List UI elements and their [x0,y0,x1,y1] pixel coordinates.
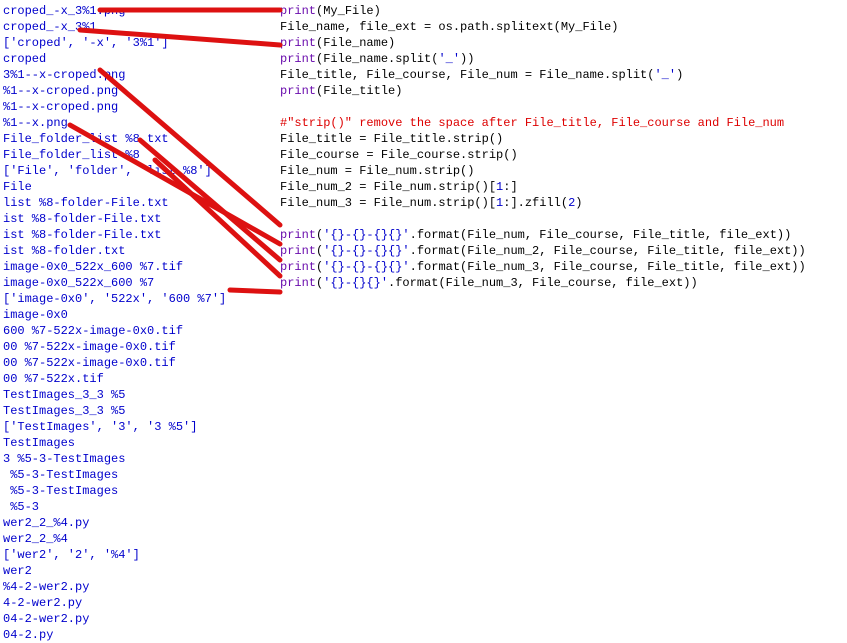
output-line: croped_-x_3%1.png [3,3,263,19]
code-text: .format(File_num_3, File_course, File_ti… [410,260,806,274]
print-call: print [280,4,316,18]
code-line: File_course = File_course.strip() [280,147,840,163]
output-line: TestImages [3,435,263,451]
output-line: ['image-0x0', '522x', '600 %7'] [3,291,263,307]
print-call: print [280,244,316,258]
code-text: (File_name.split( [316,52,438,66]
output-line: %5-3 [3,499,263,515]
output-line: ist %8-folder-File.txt [3,211,263,227]
output-line: TestImages_3_3 %5 [3,403,263,419]
print-call: print [280,52,316,66]
output-line: 00 %7-522x.tif [3,371,263,387]
output-line: ist %8-folder.txt [3,243,263,259]
output-panel: croped_-x_3%1.png croped_-x_3%1 ['croped… [3,3,263,643]
string-literal: '_' [438,52,460,66]
output-line: ['TestImages', '3', '3 %5'] [3,419,263,435]
output-line: wer2_2_%4.py [3,515,263,531]
print-call: print [280,260,316,274]
code-text: .format(File_num_2, File_course, File_ti… [410,244,806,258]
output-line: File_folder_list %8 [3,147,263,163]
code-panel: print(My_File) File_name, file_ext = os.… [280,3,840,291]
code-line: print('{}-{}-{}{}'.format(File_num, File… [280,227,840,243]
output-line: 3%1--x-croped.png [3,67,263,83]
code-line: File_num_2 = File_num.strip()[1:] [280,179,840,195]
code-text: (My_File) [316,4,381,18]
code-line: File_num_3 = File_num.strip()[1:].zfill(… [280,195,840,211]
output-line: image-0x0_522x_600 %7 [3,275,263,291]
output-line: ['wer2', '2', '%4'] [3,547,263,563]
code-text: File_num = File_num.strip() [280,164,474,178]
string-literal: '{}-{}-{}{}' [323,244,409,258]
code-line: File_title = File_title.strip() [280,131,840,147]
code-line: print(File_title) [280,83,840,99]
output-line: 00 %7-522x-image-0x0.tif [3,355,263,371]
code-line: File_num = File_num.strip() [280,163,840,179]
blank-line [280,211,840,227]
code-text: File_num_3 = File_num.strip()[ [280,196,496,210]
output-line: TestImages_3_3 %5 [3,387,263,403]
code-text: ) [676,68,683,82]
code-line: print(My_File) [280,3,840,19]
comment-text: #"strip()" remove the space after File_t… [280,116,784,130]
output-line: list %8-folder-File.txt [3,195,263,211]
output-line: 4-2-wer2.py [3,595,263,611]
string-literal: '{}-{}-{}{}' [323,260,409,274]
string-literal: '{}-{}{}' [323,276,388,290]
output-line: %1--x-croped.png [3,99,263,115]
output-line: ist %8-folder-File.txt [3,227,263,243]
code-text: (File_title) [316,84,402,98]
code-text: ) [575,196,582,210]
code-text: File_num_2 = File_num.strip()[ [280,180,496,194]
code-line: print(File_name.split('_')) [280,51,840,67]
print-call: print [280,276,316,290]
output-line: croped [3,51,263,67]
output-line: %4-2-wer2.py [3,579,263,595]
string-literal: '{}-{}-{}{}' [323,228,409,242]
code-line: print('{}-{}-{}{}'.format(File_num_2, Fi… [280,243,840,259]
code-text: (File_name) [316,36,395,50]
comment-line: #"strip()" remove the space after File_t… [280,115,840,131]
output-line: 3 %5-3-TestImages [3,451,263,467]
code-line: File_name, file_ext = os.path.splitext(M… [280,19,840,35]
print-call: print [280,84,316,98]
output-line: %5-3-TestImages [3,483,263,499]
code-text: File_course = File_course.strip() [280,148,518,162]
print-call: print [280,36,316,50]
output-line: %5-3-TestImages [3,467,263,483]
output-line: image-0x0 [3,307,263,323]
code-line: print(File_name) [280,35,840,51]
code-text: File_name, file_ext = os.path.splitext(M… [280,20,618,34]
code-line: File_title, File_course, File_num = File… [280,67,840,83]
code-line: print('{}-{}{}'.format(File_num_3, File_… [280,275,840,291]
output-line: wer2 [3,563,263,579]
code-text: :] [503,180,517,194]
code-text: File_title = File_title.strip() [280,132,503,146]
code-text: .format(File_num, File_course, File_titl… [410,228,792,242]
code-text: File_title, File_course, File_num = File… [280,68,654,82]
code-text: :].zfill( [503,196,568,210]
output-line: wer2_2_%4 [3,531,263,547]
output-line: File_folder_list %8.txt [3,131,263,147]
output-line: ['File', 'folder', 'list %8'] [3,163,263,179]
code-text: )) [460,52,474,66]
output-line: 600 %7-522x-image-0x0.tif [3,323,263,339]
blank-line [280,99,840,115]
output-line: %1--x-croped.png [3,83,263,99]
output-line: ['croped', '-x', '3%1'] [3,35,263,51]
output-line: 04-2-wer2.py [3,611,263,627]
output-line: %1--x.png [3,115,263,131]
string-literal: '_' [654,68,676,82]
print-call: print [280,228,316,242]
output-line: File [3,179,263,195]
code-line: print('{}-{}-{}{}'.format(File_num_3, Fi… [280,259,840,275]
output-line: image-0x0_522x_600 %7.tif [3,259,263,275]
output-line: 00 %7-522x-image-0x0.tif [3,339,263,355]
code-text: .format(File_num_3, File_course, file_ex… [388,276,698,290]
output-line: croped_-x_3%1 [3,19,263,35]
output-line: 04-2.py [3,627,263,643]
